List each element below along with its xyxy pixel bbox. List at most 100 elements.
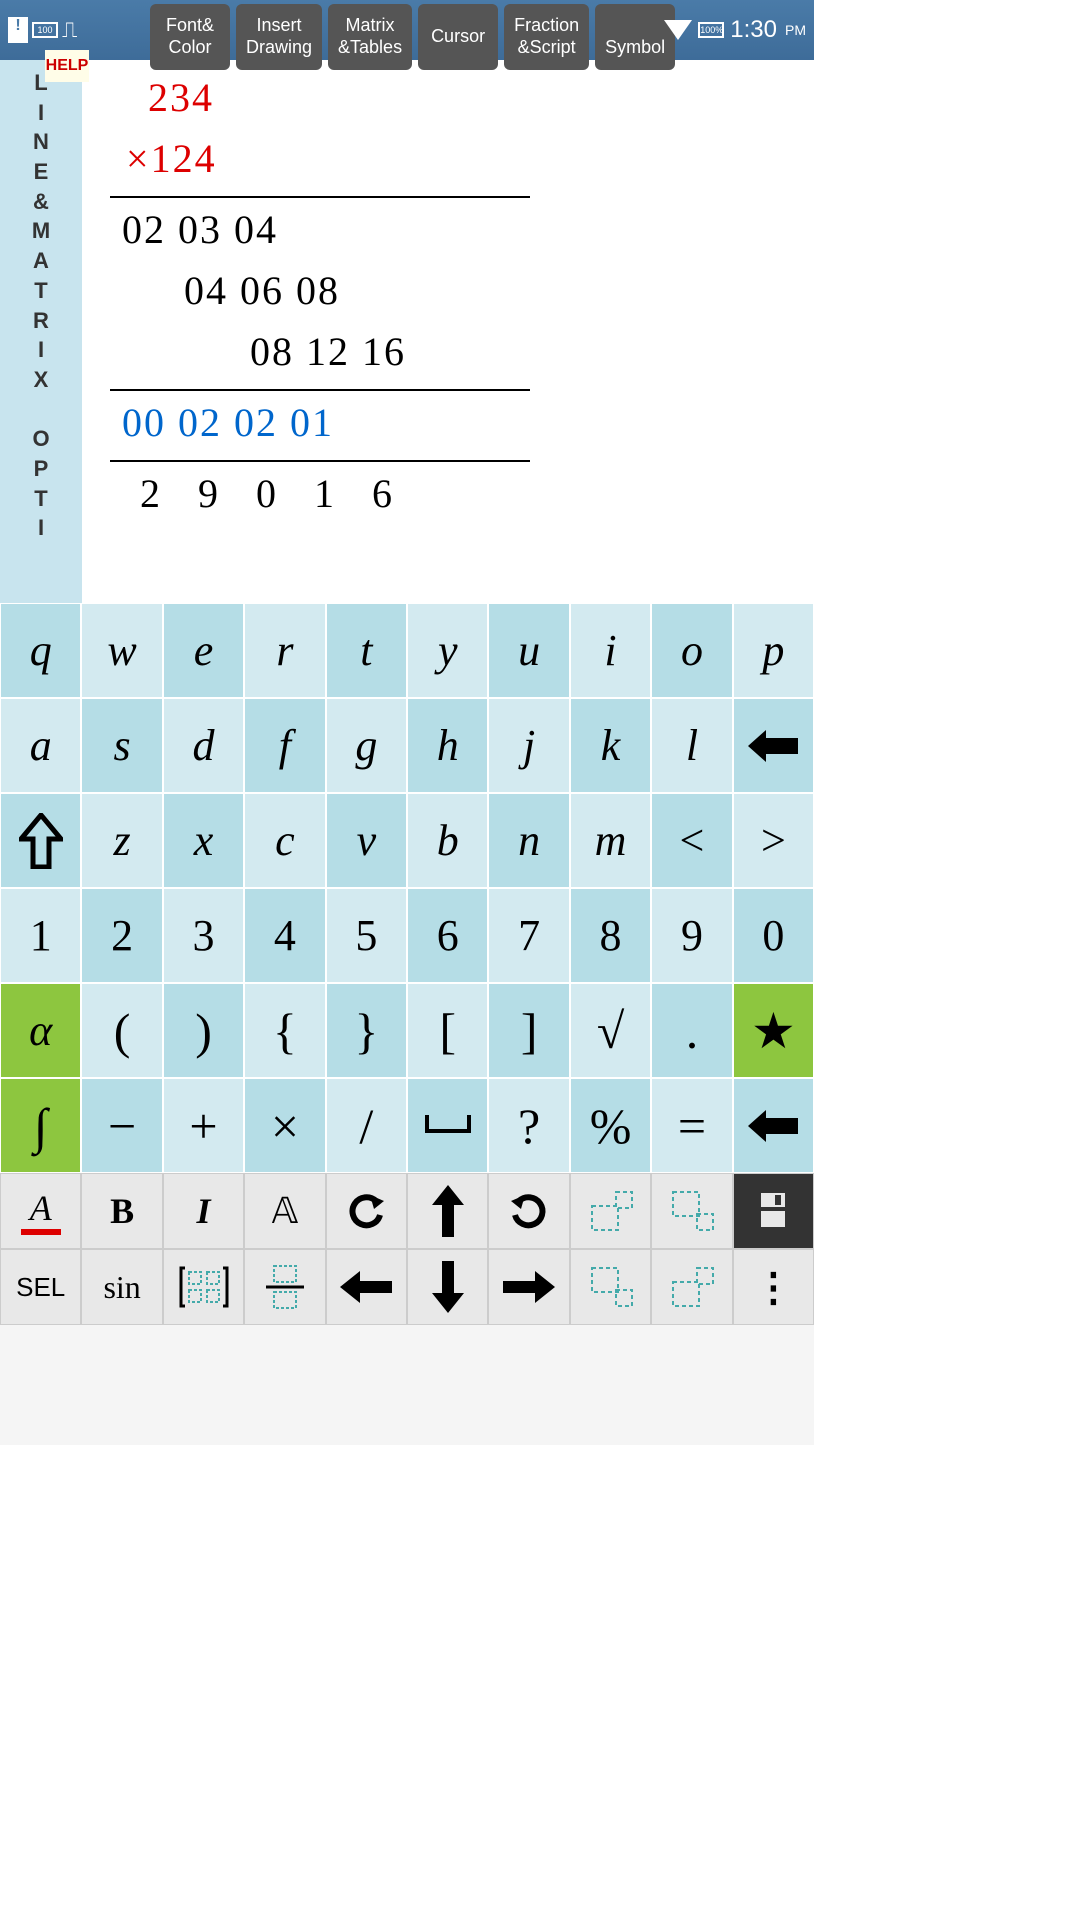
key-c[interactable]: c <box>244 793 325 888</box>
key-equals[interactable]: = <box>651 1078 732 1173</box>
key-minus[interactable]: − <box>81 1078 162 1173</box>
key-plus[interactable]: + <box>163 1078 244 1173</box>
operand-1: 234 <box>148 74 798 121</box>
key-open-brace[interactable]: { <box>244 983 325 1078</box>
key-q[interactable]: q <box>0 603 81 698</box>
key-slash[interactable]: / <box>326 1078 407 1173</box>
main-area: L I N E & M A T R I X O P T I 234 ×124 0… <box>0 60 814 603</box>
bold-button[interactable]: B <box>81 1173 162 1249</box>
key-k[interactable]: k <box>570 698 651 793</box>
arrow-up-button[interactable] <box>407 1173 488 1249</box>
key-i[interactable]: i <box>570 603 651 698</box>
key-s[interactable]: s <box>81 698 162 793</box>
arrow-down-button[interactable] <box>407 1249 488 1325</box>
tab-label: InsertDrawing <box>246 15 312 58</box>
undo-button[interactable] <box>326 1173 407 1249</box>
key-6[interactable]: 6 <box>407 888 488 983</box>
key-9[interactable]: 9 <box>651 888 732 983</box>
key-y[interactable]: y <box>407 603 488 698</box>
key-w[interactable]: w <box>81 603 162 698</box>
tab-insert-drawing[interactable]: InsertDrawing <box>236 4 322 70</box>
tab-font-color[interactable]: Font&Color <box>150 4 230 70</box>
superscript-button[interactable] <box>570 1173 651 1249</box>
key-period[interactable]: . <box>651 983 732 1078</box>
key-open-paren[interactable]: ( <box>81 983 162 1078</box>
tab-fraction-script[interactable]: Fraction&Script <box>504 4 589 70</box>
partial-product-2: 04 06 08 <box>184 267 798 314</box>
fraction-button[interactable] <box>244 1249 325 1325</box>
key-star[interactable]: ★ <box>733 983 814 1078</box>
key-p[interactable]: p <box>733 603 814 698</box>
rule-line <box>110 196 530 198</box>
key-o[interactable]: o <box>651 603 732 698</box>
more-button[interactable]: ⋮ <box>733 1249 814 1325</box>
key-v[interactable]: v <box>326 793 407 888</box>
notification-icon: ! <box>8 17 28 43</box>
select-button[interactable]: SEL <box>0 1249 81 1325</box>
redo-button[interactable] <box>488 1173 569 1249</box>
key-g[interactable]: g <box>326 698 407 793</box>
sidebar-label: L I N E & M A T R I X O P T I <box>0 68 82 543</box>
key-d[interactable]: d <box>163 698 244 793</box>
key-0[interactable]: 0 <box>733 888 814 983</box>
key-1[interactable]: 1 <box>0 888 81 983</box>
tab-cursor[interactable]: Cursor <box>418 4 498 70</box>
matrix-button[interactable] <box>163 1249 244 1325</box>
key-x[interactable]: x <box>163 793 244 888</box>
key-close-paren[interactable]: ) <box>163 983 244 1078</box>
key-j[interactable]: j <box>488 698 569 793</box>
key-m[interactable]: m <box>570 793 651 888</box>
key-n[interactable]: n <box>488 793 569 888</box>
key-3[interactable]: 3 <box>163 888 244 983</box>
key-sqrt[interactable]: √ <box>570 983 651 1078</box>
key-4[interactable]: 4 <box>244 888 325 983</box>
key-f[interactable]: f <box>244 698 325 793</box>
font-color-button[interactable]: A <box>0 1173 81 1249</box>
key-7[interactable]: 7 <box>488 888 569 983</box>
status-icons-left: ! 100 ⎍ <box>8 17 77 43</box>
key-percent[interactable]: % <box>570 1078 651 1173</box>
key-b[interactable]: b <box>407 793 488 888</box>
font-style-button[interactable]: 𝔸 <box>244 1173 325 1249</box>
key-z[interactable]: z <box>81 793 162 888</box>
tab-matrix-tables[interactable]: Matrix&Tables <box>328 4 412 70</box>
subscript-button[interactable] <box>651 1173 732 1249</box>
key-2[interactable]: 2 <box>81 888 162 983</box>
backspace-key[interactable] <box>733 698 814 793</box>
key-h[interactable]: h <box>407 698 488 793</box>
key-row-3: z x c v b n m < > <box>0 793 814 888</box>
key-8[interactable]: 8 <box>570 888 651 983</box>
key-open-bracket[interactable]: [ <box>407 983 488 1078</box>
key-r[interactable]: r <box>244 603 325 698</box>
math-content[interactable]: 234 ×124 02 03 04 04 06 08 08 12 16 00 0… <box>82 60 814 603</box>
key-times[interactable]: × <box>244 1078 325 1173</box>
sidebar-line-matrix-options[interactable]: L I N E & M A T R I X O P T I <box>0 60 82 603</box>
arrow-left-button[interactable] <box>326 1249 407 1325</box>
key-e[interactable]: e <box>163 603 244 698</box>
key-t[interactable]: t <box>326 603 407 698</box>
arrow-right-button[interactable] <box>488 1249 569 1325</box>
key-u[interactable]: u <box>488 603 569 698</box>
sub-index-button[interactable] <box>570 1249 651 1325</box>
key-greater-than[interactable]: > <box>733 793 814 888</box>
key-a[interactable]: a <box>0 698 81 793</box>
key-close-brace[interactable]: } <box>326 983 407 1078</box>
key-question[interactable]: ? <box>488 1078 569 1173</box>
key-less-than[interactable]: < <box>651 793 732 888</box>
help-button[interactable]: HELP <box>45 50 89 82</box>
italic-button[interactable]: I <box>163 1173 244 1249</box>
key-integral[interactable]: ∫ <box>0 1078 81 1173</box>
key-5[interactable]: 5 <box>326 888 407 983</box>
key-alpha[interactable]: α <box>0 983 81 1078</box>
sin-button[interactable]: sin <box>81 1249 162 1325</box>
super-index-button[interactable] <box>651 1249 732 1325</box>
key-space[interactable] <box>407 1078 488 1173</box>
delete-key[interactable] <box>733 1078 814 1173</box>
save-button[interactable] <box>733 1173 814 1249</box>
shift-key[interactable] <box>0 793 81 888</box>
result-row: 2 9 0 1 6 <box>140 470 798 517</box>
key-row-5: α ( ) { } [ ] √ . ★ <box>0 983 814 1078</box>
key-l[interactable]: l <box>651 698 732 793</box>
wifi-icon <box>664 20 692 40</box>
key-close-bracket[interactable]: ] <box>488 983 569 1078</box>
